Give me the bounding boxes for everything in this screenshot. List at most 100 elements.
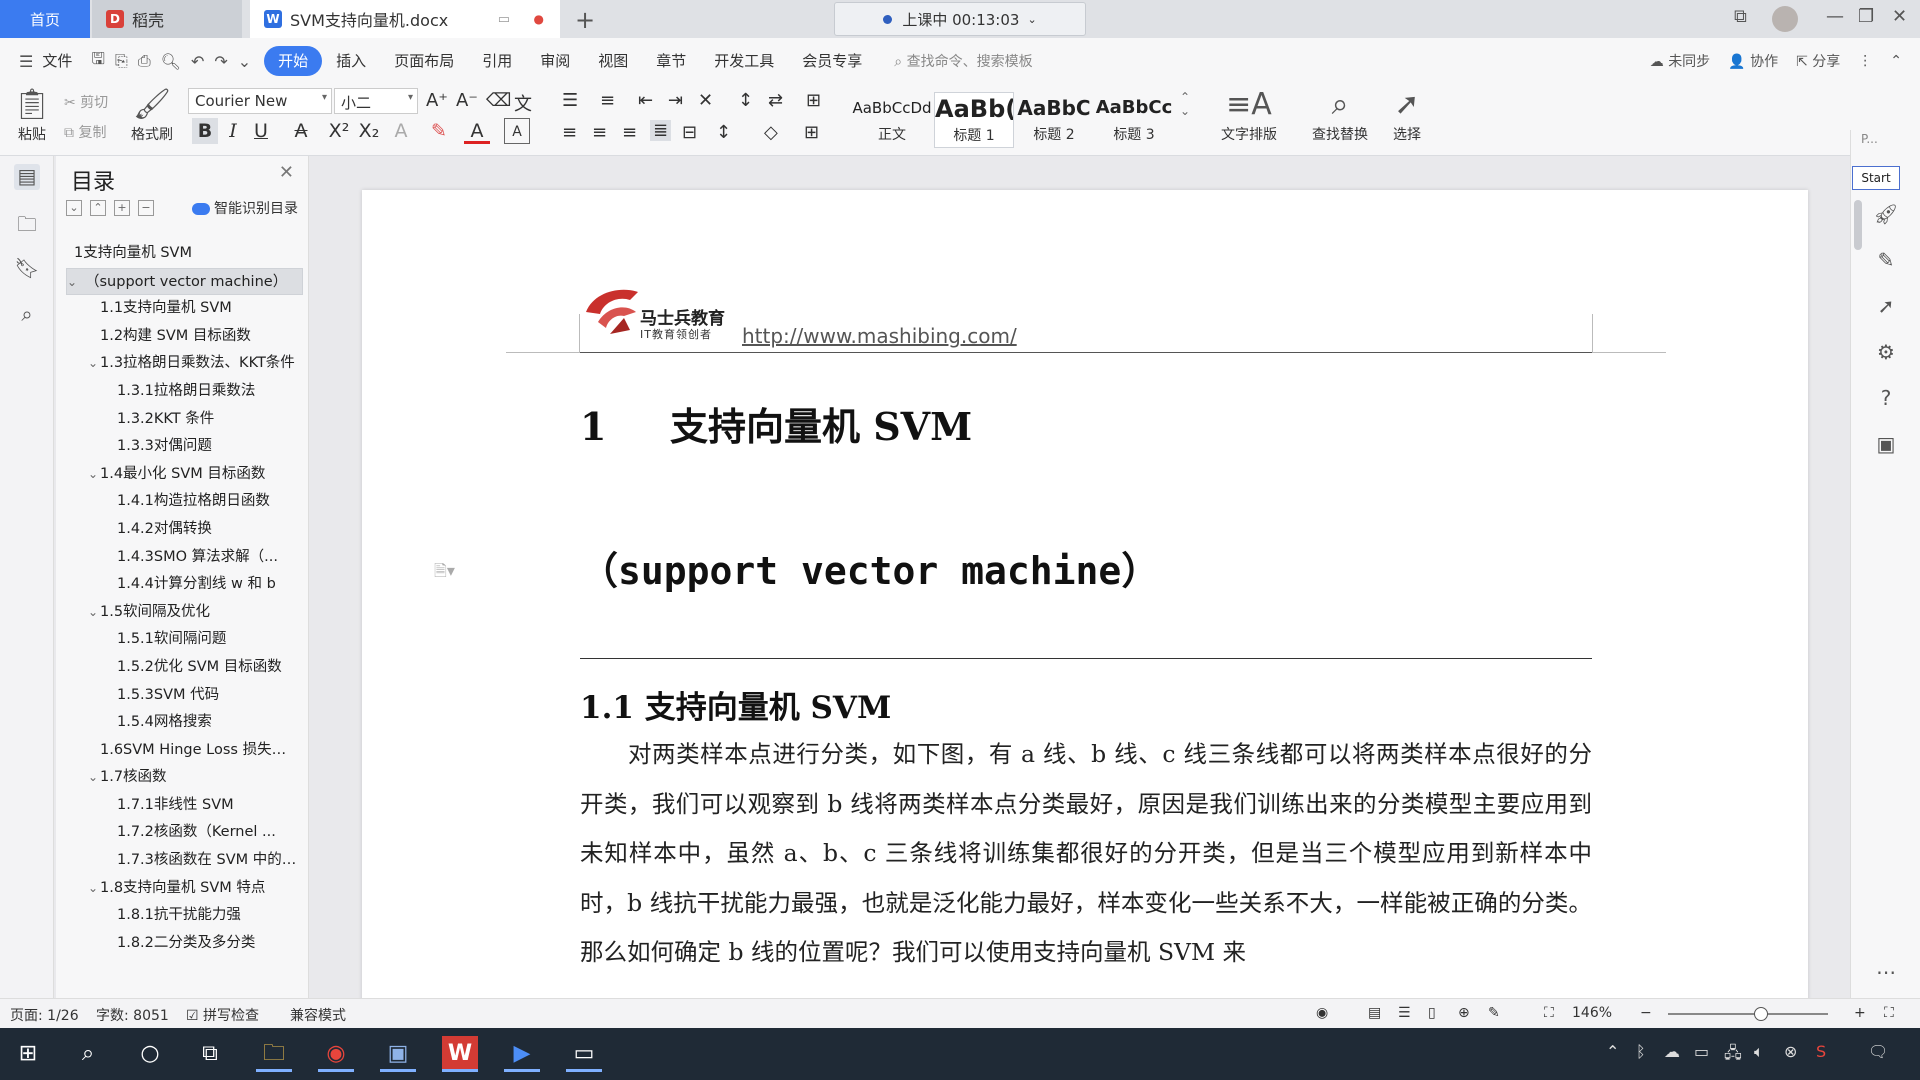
toc-item[interactable]: 1.5.3SVM 代码	[56, 682, 309, 710]
find-replace-button[interactable]: ⌕ 查找替换	[1302, 86, 1378, 144]
text-layout-button[interactable]: ≡A 文字排版	[1206, 86, 1292, 144]
toc-panel-icon[interactable]: ▤	[14, 164, 40, 190]
sync-button[interactable]: ☁ 未同步	[1650, 51, 1710, 71]
page-view-icon[interactable]: ▤	[1368, 1005, 1381, 1021]
bluetooth-icon[interactable]: ᛒ	[1636, 1042, 1646, 1061]
toc-item[interactable]: 1.5.1软间隔问题	[56, 626, 309, 654]
tab-daoke[interactable]: D 稻壳	[92, 0, 242, 38]
heading-2[interactable]: 1.1 支持向量机 SVM	[580, 682, 891, 727]
redo-icon[interactable]: ↷	[209, 52, 232, 71]
line-spacing-icon[interactable]: ↕	[716, 122, 731, 143]
chevron-down-icon[interactable]: ⌄	[88, 875, 98, 903]
align-left-icon[interactable]: ≡	[562, 122, 577, 143]
increase-indent-icon[interactable]: ⇥	[668, 90, 683, 111]
distributed-icon[interactable]: ⊟	[682, 122, 697, 143]
style-normal[interactable]: AaBbCcDd 正文	[852, 92, 932, 148]
window-icon[interactable]: ▭	[498, 12, 510, 27]
bullet-list-icon[interactable]: ☰	[562, 90, 578, 111]
fullscreen-icon[interactable]: ⛶	[1884, 1005, 1894, 1021]
panel-tab-label[interactable]: P...	[1861, 132, 1878, 146]
menu-file[interactable]: 文件	[38, 46, 86, 76]
network-icon[interactable]: 🖧	[1724, 1042, 1742, 1069]
toc-item[interactable]: 1.5.4网格搜索	[56, 709, 309, 737]
bold-button[interactable]: B	[192, 118, 218, 144]
windows-start-icon[interactable]: ⊞	[10, 1036, 46, 1072]
align-right-icon[interactable]: ≡	[622, 122, 637, 143]
heading-1-subtitle[interactable]: （support vector machine）	[580, 540, 1159, 595]
close-circle-icon[interactable]: ⊗	[1784, 1042, 1797, 1061]
border-icon[interactable]: ⊞	[804, 122, 819, 143]
style-heading-1[interactable]: AaBb(标题 1	[934, 92, 1014, 148]
paste-button[interactable]: 📋︎ 粘贴	[10, 86, 54, 144]
header-url-link[interactable]: http://www.mashibing.com/	[742, 324, 1017, 348]
chevron-down-icon[interactable]: ⌄	[88, 461, 98, 489]
toc-item[interactable]: ⌄ 1.7核函数	[56, 764, 309, 792]
file-explorer-icon[interactable]: 🗀	[256, 1036, 292, 1072]
class-timer[interactable]: 上课中 00:13:03 ⌄	[834, 2, 1086, 36]
menu-review[interactable]: 审阅	[526, 46, 584, 76]
style-heading-2[interactable]: AaBbC 标题 2	[1014, 92, 1094, 148]
minimize-icon[interactable]: —	[1826, 6, 1844, 27]
font-name-select[interactable]: Courier New ▾	[188, 88, 332, 114]
paragraph-handle-icon[interactable]: 🗎▾	[434, 560, 455, 587]
toc-item[interactable]: ⌄ 1.8支持向量机 SVM 特点	[56, 875, 309, 903]
chevron-down-icon[interactable]: ⌄	[88, 764, 98, 792]
word-count[interactable]: 字数: 8051	[96, 1005, 169, 1025]
menu-home[interactable]: 开始	[264, 46, 323, 76]
zoom-in-icon[interactable]: +	[1854, 1005, 1866, 1021]
print-icon[interactable]: ⎙	[133, 51, 156, 71]
toc-item[interactable]: 1.4.4计算分割线 w 和 b	[56, 571, 309, 599]
toc-item[interactable]: 1.3.2KKT 条件	[56, 406, 309, 434]
format-painter-button[interactable]: 🖌︎ 格式刷	[126, 86, 178, 144]
select-button[interactable]: ➚ 选择	[1384, 86, 1430, 144]
toc-item[interactable]: ⌄ 1.5软间隔及优化	[56, 599, 309, 627]
close-icon[interactable]: ✕	[279, 162, 294, 183]
text-effect-button[interactable]: A	[388, 118, 414, 144]
wps-icon[interactable]: W	[442, 1036, 478, 1072]
cortana-icon[interactable]: ○	[132, 1036, 168, 1072]
search-icon[interactable]: ⌕	[14, 302, 40, 328]
tab-home[interactable]: 首页	[0, 0, 90, 38]
zoom-out-icon[interactable]: −	[1640, 1005, 1652, 1021]
layout-icon[interactable]: ⧉	[1734, 6, 1747, 27]
toc-item[interactable]: 1.7.2核函数（Kernel ...	[56, 819, 309, 847]
share-button[interactable]: ⇱ 分享	[1796, 51, 1840, 71]
add-heading-icon[interactable]: +	[114, 200, 130, 216]
clear-format-icon[interactable]: ⌫	[486, 90, 511, 111]
undo-icon[interactable]: ↶	[186, 52, 209, 71]
align-center-icon[interactable]: ≡	[592, 122, 607, 143]
outline-view-icon[interactable]: ☰	[1398, 1005, 1411, 1021]
pen-icon[interactable]: ✎	[1873, 248, 1899, 274]
toc-item[interactable]: 1.4.2对偶转换	[56, 516, 309, 544]
copy-button[interactable]: ⧉ 复制	[64, 122, 106, 142]
wps-tray-icon[interactable]: S	[1816, 1042, 1826, 1061]
show-marks-icon[interactable]: ⇄	[768, 90, 783, 111]
write-view-icon[interactable]: ✎	[1488, 1005, 1500, 1021]
toc-item[interactable]: 1.2构建 SVM 目标函数	[56, 323, 309, 351]
menu-layout[interactable]: 页面布局	[380, 46, 468, 76]
close-icon[interactable]: ✕	[1892, 6, 1907, 27]
font-size-select[interactable]: 小二 ▾	[334, 88, 418, 114]
chrome-icon[interactable]: ◉	[318, 1036, 354, 1072]
restore-icon[interactable]: ❐	[1858, 6, 1874, 27]
rocket-icon[interactable]: 🚀︎	[1873, 202, 1899, 228]
avatar[interactable]	[1772, 6, 1798, 32]
toc-item[interactable]: 1.3.3对偶问题	[56, 433, 309, 461]
superscript-button[interactable]: X²	[326, 118, 352, 144]
search-command-input[interactable]: ⌕ 查找命令、搜索模板	[894, 51, 1032, 71]
menu-devtools[interactable]: 开发工具	[700, 46, 788, 76]
export-icon[interactable]: ⎘	[110, 51, 133, 71]
toc-item[interactable]: 1.3.1拉格朗日乘数法	[56, 378, 309, 406]
body-paragraph[interactable]: 对两类样本点进行分类，如下图，有 a 线、b 线、c 线三条线都可以将两类样本点…	[580, 730, 1592, 978]
chevron-down-icon[interactable]: ⌄	[88, 350, 98, 378]
cloud-icon[interactable]: ☁	[1664, 1042, 1680, 1061]
remove-heading-icon[interactable]: −	[138, 200, 154, 216]
toc-item[interactable]: 1.5.2优化 SVM 目标函数	[56, 654, 309, 682]
tab-document[interactable]: W SVM支持向量机.docx ▭ ●	[250, 0, 560, 38]
toc-item[interactable]: 1.7.3核函数在 SVM 中的应用	[56, 847, 309, 875]
collaborate-button[interactable]: 👤 协作	[1728, 51, 1778, 71]
zoom-slider-thumb[interactable]	[1754, 1007, 1768, 1021]
tray-chevron-icon[interactable]: ⌃	[1606, 1042, 1619, 1061]
hamburger-icon[interactable]: ☰	[14, 52, 38, 71]
notification-icon[interactable]: 🗨︎	[1868, 1042, 1888, 1061]
